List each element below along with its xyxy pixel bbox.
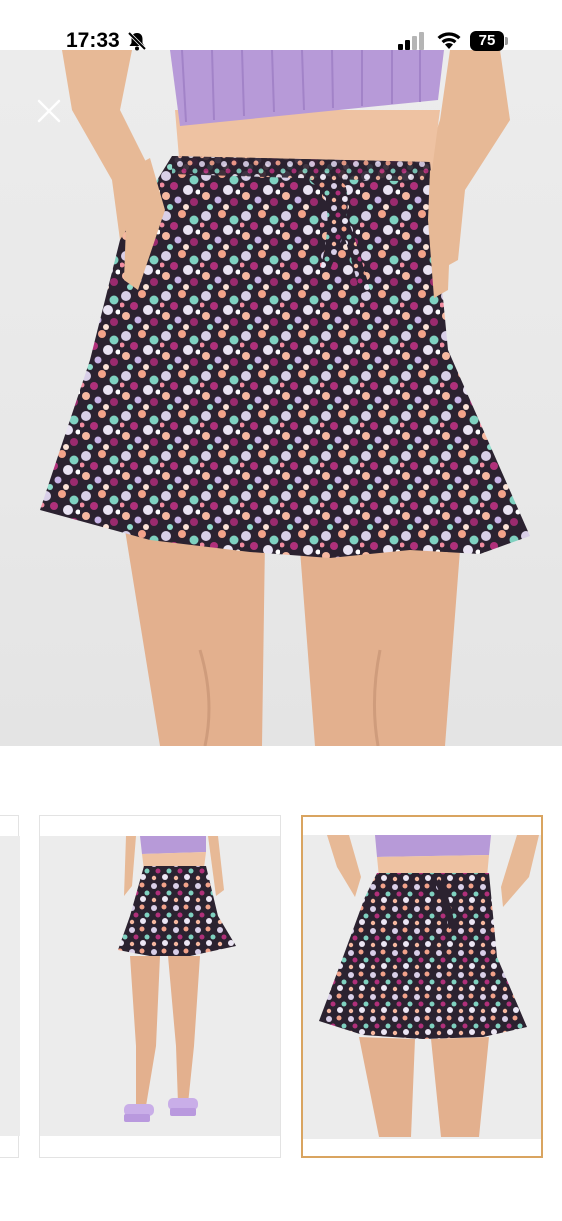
battery-icon: 75 [470, 31, 504, 51]
status-time: 17:33 [66, 29, 120, 52]
signal-icon [398, 32, 424, 50]
bell-slash-icon [127, 31, 147, 51]
thumbnail-image [303, 835, 541, 1139]
close-icon[interactable] [30, 92, 68, 130]
battery-cap [505, 37, 508, 45]
thumbnail-back-view[interactable] [39, 815, 281, 1158]
main-product-illustration [40, 50, 530, 746]
thumbnail-image [40, 836, 280, 1136]
thumbnail-previous[interactable] [0, 815, 20, 1158]
status-bar: 17:33 75 [0, 0, 562, 52]
thumbnail-front-view-selected[interactable] [301, 815, 543, 1158]
thumbnail-image [0, 836, 20, 1136]
wifi-icon [437, 32, 461, 49]
product-image-viewer: 17:33 75 [0, 0, 562, 1221]
main-product-image[interactable] [0, 50, 562, 746]
thumbnail-strip [0, 815, 562, 1160]
